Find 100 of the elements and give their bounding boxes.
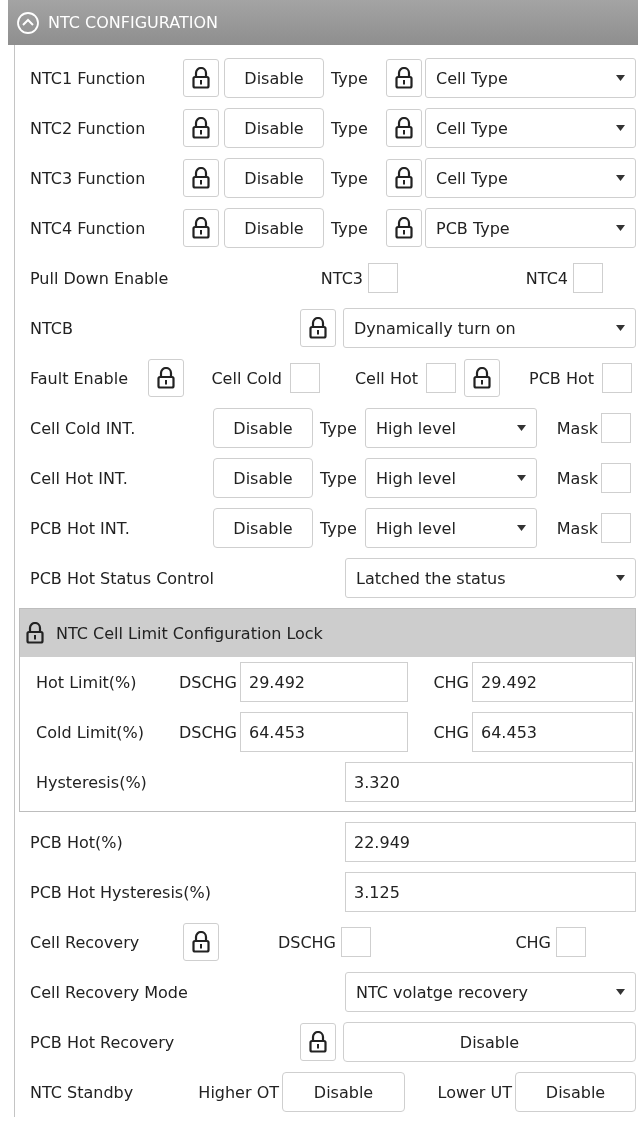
lock-button[interactable] bbox=[300, 1023, 336, 1061]
toggle-button[interactable]: Disable bbox=[224, 58, 324, 98]
checkbox[interactable] bbox=[341, 927, 371, 957]
field-label: Cell Cold INT. bbox=[30, 418, 137, 438]
lock-icon bbox=[192, 67, 210, 89]
field-label: Mask bbox=[555, 468, 598, 488]
field-label: PCB Hot Recovery bbox=[30, 1032, 176, 1052]
toggle-button[interactable]: Disable bbox=[515, 1072, 636, 1112]
field-label: Type bbox=[330, 218, 369, 238]
input-field[interactable]: 29.492 bbox=[472, 662, 633, 702]
field-label: NTC3 Function bbox=[30, 168, 147, 188]
input-field[interactable]: 29.492 bbox=[240, 662, 408, 702]
field-label: Lower UT bbox=[436, 1082, 512, 1102]
lock-icon bbox=[192, 931, 210, 953]
lock-button[interactable] bbox=[300, 309, 336, 347]
lock-icon bbox=[192, 167, 210, 189]
checkbox[interactable] bbox=[601, 463, 631, 493]
panel-title: NTC Cell Limit Configuration Lock bbox=[56, 623, 323, 643]
lock-button[interactable] bbox=[148, 359, 184, 397]
field-label: NTCB bbox=[30, 318, 74, 338]
lock-icon bbox=[473, 367, 491, 389]
checkbox[interactable] bbox=[368, 263, 398, 293]
checkbox[interactable] bbox=[602, 363, 632, 393]
field-label: Higher OT bbox=[197, 1082, 279, 1102]
field-label: NTC2 Function bbox=[30, 118, 147, 138]
toggle-button[interactable]: Disable bbox=[224, 158, 324, 198]
field-label: PCB Hot bbox=[528, 368, 594, 388]
lock-button[interactable] bbox=[183, 109, 219, 147]
caret-icon bbox=[517, 425, 526, 431]
caret-icon bbox=[616, 575, 625, 581]
dropdown[interactable]: High level bbox=[365, 408, 537, 448]
caret-icon bbox=[616, 325, 625, 331]
lock-button[interactable] bbox=[464, 359, 500, 397]
caret-icon bbox=[616, 175, 625, 181]
dropdown[interactable]: PCB Type bbox=[425, 208, 636, 248]
toggle-button[interactable]: Disable bbox=[213, 508, 313, 548]
field-label: CHG bbox=[432, 722, 469, 742]
lock-button[interactable] bbox=[183, 59, 219, 97]
dropdown[interactable]: Cell Type bbox=[425, 58, 636, 98]
field-label: Cell Cold bbox=[210, 368, 282, 388]
input-field[interactable]: 3.320 bbox=[345, 762, 633, 802]
field-label: Hysteresis(%) bbox=[36, 772, 148, 792]
toggle-button[interactable]: Disable bbox=[224, 108, 324, 148]
input-field[interactable]: 22.949 bbox=[345, 822, 636, 862]
dropdown[interactable]: Cell Type bbox=[425, 108, 636, 148]
caret-icon bbox=[616, 225, 625, 231]
field-label: Fault Enable bbox=[30, 368, 129, 388]
field-label: Cell Recovery Mode bbox=[30, 982, 189, 1002]
lock-button[interactable] bbox=[183, 923, 219, 961]
field-label: CHG bbox=[432, 672, 469, 692]
toggle-button[interactable]: Disable bbox=[343, 1022, 636, 1062]
toggle-button[interactable]: Disable bbox=[282, 1072, 405, 1112]
field-label: CHG bbox=[514, 932, 551, 952]
field-label: NTC Standby bbox=[30, 1082, 135, 1102]
dropdown[interactable]: Cell Type bbox=[425, 158, 636, 198]
lock-icon bbox=[309, 317, 327, 339]
checkbox[interactable] bbox=[573, 263, 603, 293]
field-label: Cell Hot bbox=[353, 368, 418, 388]
field-label: PCB Hot Status Control bbox=[30, 568, 215, 588]
field-label: PCB Hot(%) bbox=[30, 832, 124, 852]
toggle-button[interactable]: Disable bbox=[213, 458, 313, 498]
field-label: Pull Down Enable bbox=[30, 268, 170, 288]
dropdown[interactable]: Latched the status bbox=[345, 558, 636, 598]
field-label: NTC1 Function bbox=[30, 68, 147, 88]
field-label: DSCHG bbox=[177, 672, 237, 692]
field-label: PCB Hot INT. bbox=[30, 518, 131, 538]
caret-icon bbox=[517, 525, 526, 531]
dropdown[interactable]: NTC volatge recovery bbox=[345, 972, 636, 1012]
lock-icon bbox=[309, 1031, 327, 1053]
checkbox[interactable] bbox=[601, 413, 631, 443]
input-field[interactable]: 64.453 bbox=[472, 712, 633, 752]
lock-button[interactable] bbox=[386, 209, 422, 247]
field-label: NTC4 Function bbox=[30, 218, 147, 238]
lock-icon bbox=[395, 217, 413, 239]
field-label: Mask bbox=[555, 418, 598, 438]
toggle-button[interactable]: Disable bbox=[224, 208, 324, 248]
field-label: NTC3 bbox=[319, 268, 363, 288]
toggle-button[interactable]: Disable bbox=[213, 408, 313, 448]
dropdown[interactable]: High level bbox=[365, 508, 537, 548]
chevron-icon bbox=[16, 10, 40, 35]
field-label: Cell Recovery bbox=[30, 932, 141, 952]
field-label: Cell Hot INT. bbox=[30, 468, 129, 488]
lock-button[interactable] bbox=[386, 59, 422, 97]
checkbox[interactable] bbox=[290, 363, 320, 393]
dropdown[interactable]: Dynamically turn on bbox=[343, 308, 636, 348]
checkbox[interactable] bbox=[601, 513, 631, 543]
field-label: DSCHG bbox=[276, 932, 336, 952]
input-field[interactable]: 64.453 bbox=[240, 712, 408, 752]
lock-icon bbox=[395, 117, 413, 139]
lock-button[interactable] bbox=[386, 159, 422, 197]
lock-button[interactable] bbox=[183, 159, 219, 197]
field-label: Cold Limit(%) bbox=[36, 722, 145, 742]
dropdown[interactable]: High level bbox=[365, 458, 537, 498]
checkbox[interactable] bbox=[556, 927, 586, 957]
checkbox[interactable] bbox=[426, 363, 456, 393]
lock-button[interactable] bbox=[183, 209, 219, 247]
lock-button[interactable] bbox=[386, 109, 422, 147]
lock-icon bbox=[192, 117, 210, 139]
caret-icon bbox=[616, 989, 625, 995]
input-field[interactable]: 3.125 bbox=[345, 872, 636, 912]
